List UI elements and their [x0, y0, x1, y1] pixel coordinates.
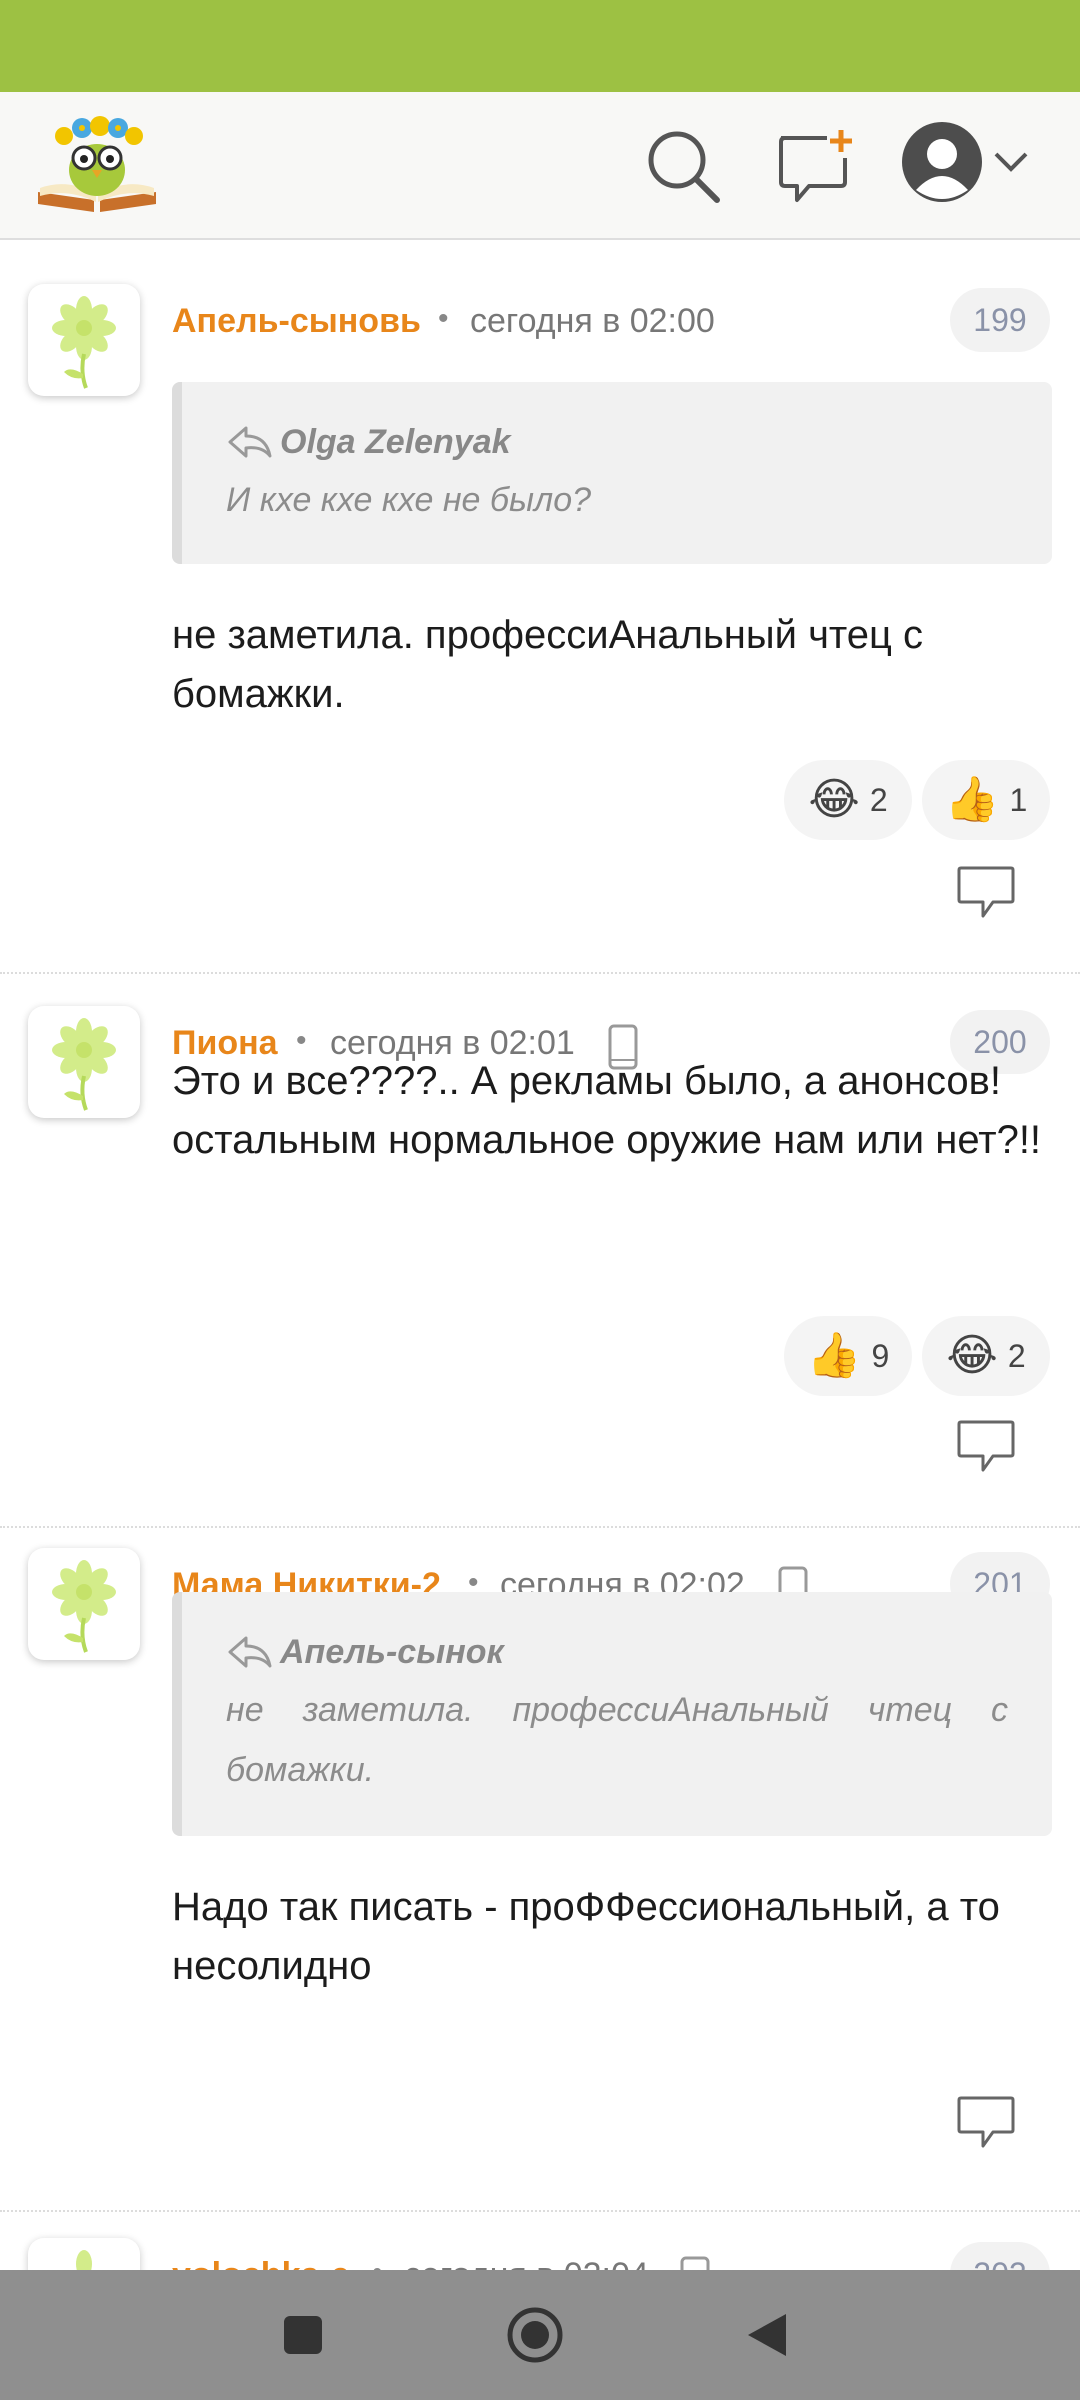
triangle-back-icon[interactable] — [746, 2312, 788, 2363]
comment-number-badge[interactable]: 202 — [950, 2242, 1050, 2270]
reply-comment-icon[interactable] — [955, 1418, 1017, 1474]
quote-text: И кхе кхе кхе не было? — [226, 481, 592, 519]
separator-dot: • — [438, 302, 449, 335]
quote-author-row: Olga Zelenyak — [226, 420, 1008, 464]
quote-text: не заметила. професси­Анальный чтец с бо… — [226, 1691, 1008, 1789]
reaction-like[interactable]: 👍 9 — [784, 1316, 912, 1396]
chevron-down-icon[interactable] — [990, 144, 1032, 180]
avatar[interactable] — [28, 2238, 140, 2270]
separator-dot: • — [372, 2256, 383, 2270]
thumbs-up-emoji-icon: 👍 — [944, 775, 1000, 824]
reaction-laugh[interactable]: 😂 2 — [784, 760, 912, 840]
reply-comment-icon[interactable] — [955, 864, 1017, 920]
reply-comment-icon[interactable] — [955, 2094, 1017, 2150]
avatar[interactable] — [28, 1006, 140, 1118]
comment-time[interactable]: сегодня в 02:04 — [404, 2256, 649, 2270]
quote-author-row: Апель-сынок — [226, 1630, 1008, 1674]
comment-number-badge[interactable]: 199 — [950, 288, 1050, 352]
laughing-emoji-icon: 😂 — [946, 1331, 998, 1380]
reaction-count: 1 — [1009, 781, 1028, 818]
comment-post: Мама Никитки-2 • сегодня в 02:02 201 Апе… — [0, 1528, 1080, 2212]
quote-block: Апель-сынок не заметила. професси­Анальн… — [172, 1592, 1052, 1836]
status-bar — [0, 0, 1080, 92]
mobile-device-icon — [680, 2256, 710, 2270]
comment-post: Апель-сыновь • сегодня в 02:00 199 Olga … — [0, 242, 1080, 974]
square-icon[interactable] — [282, 2314, 324, 2361]
avatar[interactable] — [28, 284, 140, 396]
comment-author[interactable]: yolochka-e — [172, 2256, 350, 2270]
reaction-count: 9 — [871, 1337, 890, 1374]
reaction-laugh[interactable]: 😂 2 — [922, 1316, 1050, 1396]
quote-author-name: Апель-сынок — [280, 1632, 504, 1671]
thumbs-up-emoji-icon: 👍 — [806, 1331, 862, 1380]
comment-feed: Апель-сыновь • сегодня в 02:00 199 Olga … — [0, 242, 1080, 2270]
reaction-count: 2 — [869, 781, 888, 818]
comment-text: Надо так писать - проФФессиональный, а т… — [172, 1885, 1000, 1988]
quote-block: Olga Zelenyak И кхе кхе кхе не было? — [172, 382, 1052, 564]
comment-post: Пиона • сегодня в 02:01 200 Это и все???… — [0, 974, 1080, 1528]
comment-text: не заметила. професси­Анальный чтец с бо… — [172, 613, 924, 716]
comment-author[interactable]: Апель-сыновь — [172, 302, 421, 341]
new-message-icon[interactable] — [775, 128, 855, 204]
search-icon[interactable] — [645, 128, 721, 204]
reaction-count: 2 — [1007, 1337, 1026, 1374]
user-avatar-icon[interactable] — [900, 120, 984, 204]
app-header — [0, 92, 1080, 240]
quote-author-name: Olga Zelenyak — [280, 422, 511, 461]
comment-time[interactable]: сегодня в 02:00 — [470, 302, 715, 341]
circle-home-icon[interactable] — [506, 2306, 564, 2369]
site-logo[interactable] — [34, 108, 160, 218]
reaction-like[interactable]: 👍 1 — [922, 760, 1050, 840]
comment-text: Это и все????.. А рекламы было, а анонсо… — [172, 1059, 1042, 1162]
comment-post: yolochka-e • сегодня в 02:04 202 — [0, 2212, 1080, 2270]
system-navigation-bar — [0, 2270, 1080, 2400]
avatar[interactable] — [28, 1548, 140, 1660]
reply-arrow-icon — [228, 426, 272, 458]
laughing-emoji-icon: 😂 — [808, 775, 860, 824]
reply-arrow-icon — [228, 1636, 272, 1668]
